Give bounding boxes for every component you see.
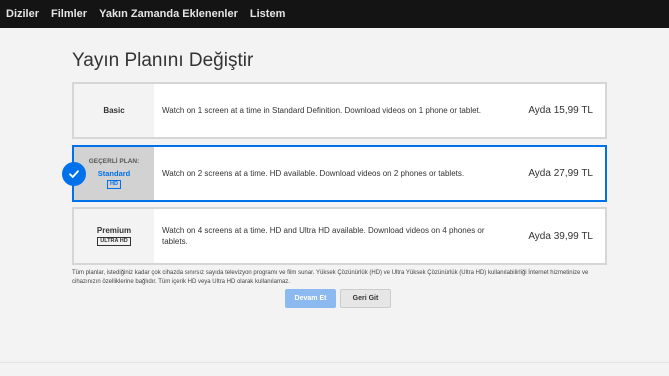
nav-item-movies[interactable]: Filmler <box>51 8 87 20</box>
plan-label: Premium ULTRA HD <box>74 209 154 263</box>
nav-item-my-list[interactable]: Listem <box>250 8 285 20</box>
nav-item-series[interactable]: Diziler <box>6 8 39 20</box>
plan-price: Ayda 39,99 TL <box>528 230 593 242</box>
continue-button[interactable]: Devam Et <box>285 289 336 308</box>
back-button[interactable]: Geri Git <box>340 289 391 308</box>
plan-price: Ayda 15,99 TL <box>528 105 593 116</box>
plan-footnote: Tüm planlar, istediğiniz kadar çok cihaz… <box>72 270 589 285</box>
plan-description: Watch on 4 screens at a time. HD and Ult… <box>162 226 485 246</box>
plan-option-standard[interactable]: GEÇERLİ PLAN: Standard HD Watch on 2 scr… <box>62 145 607 202</box>
plan-name: Premium <box>96 226 132 235</box>
plan-option-premium[interactable]: Premium ULTRA HD Watch on 4 screens at a… <box>72 207 607 265</box>
ultra-hd-badge: ULTRA HD <box>97 237 131 246</box>
plan-label: GEÇERLİ PLAN: Standard HD <box>74 147 154 200</box>
plan-name: Basic <box>103 106 125 115</box>
plan-description: Watch on 2 screens at a time. HD availab… <box>162 169 465 178</box>
plan-price: Ayda 27,99 TL <box>528 168 593 179</box>
footer-divider <box>0 362 669 363</box>
hd-badge: HD <box>107 180 121 189</box>
plan-option-basic[interactable]: Basic Watch on 1 screen at a time in Sta… <box>72 82 607 139</box>
plan-description: Watch on 1 screen at a time in Standard … <box>162 106 482 115</box>
current-plan-label: GEÇERLİ PLAN: <box>88 158 140 165</box>
plan-label: Basic <box>74 84 154 137</box>
selected-check-icon <box>62 161 86 186</box>
page-title: Yayın Planını Değiştir <box>72 50 254 71</box>
plan-name: Standard <box>97 169 131 178</box>
top-navigation: Diziler Filmler Yakın Zamanda Eklenenler… <box>0 0 669 28</box>
nav-item-recently-added[interactable]: Yakın Zamanda Eklenenler <box>99 8 238 20</box>
